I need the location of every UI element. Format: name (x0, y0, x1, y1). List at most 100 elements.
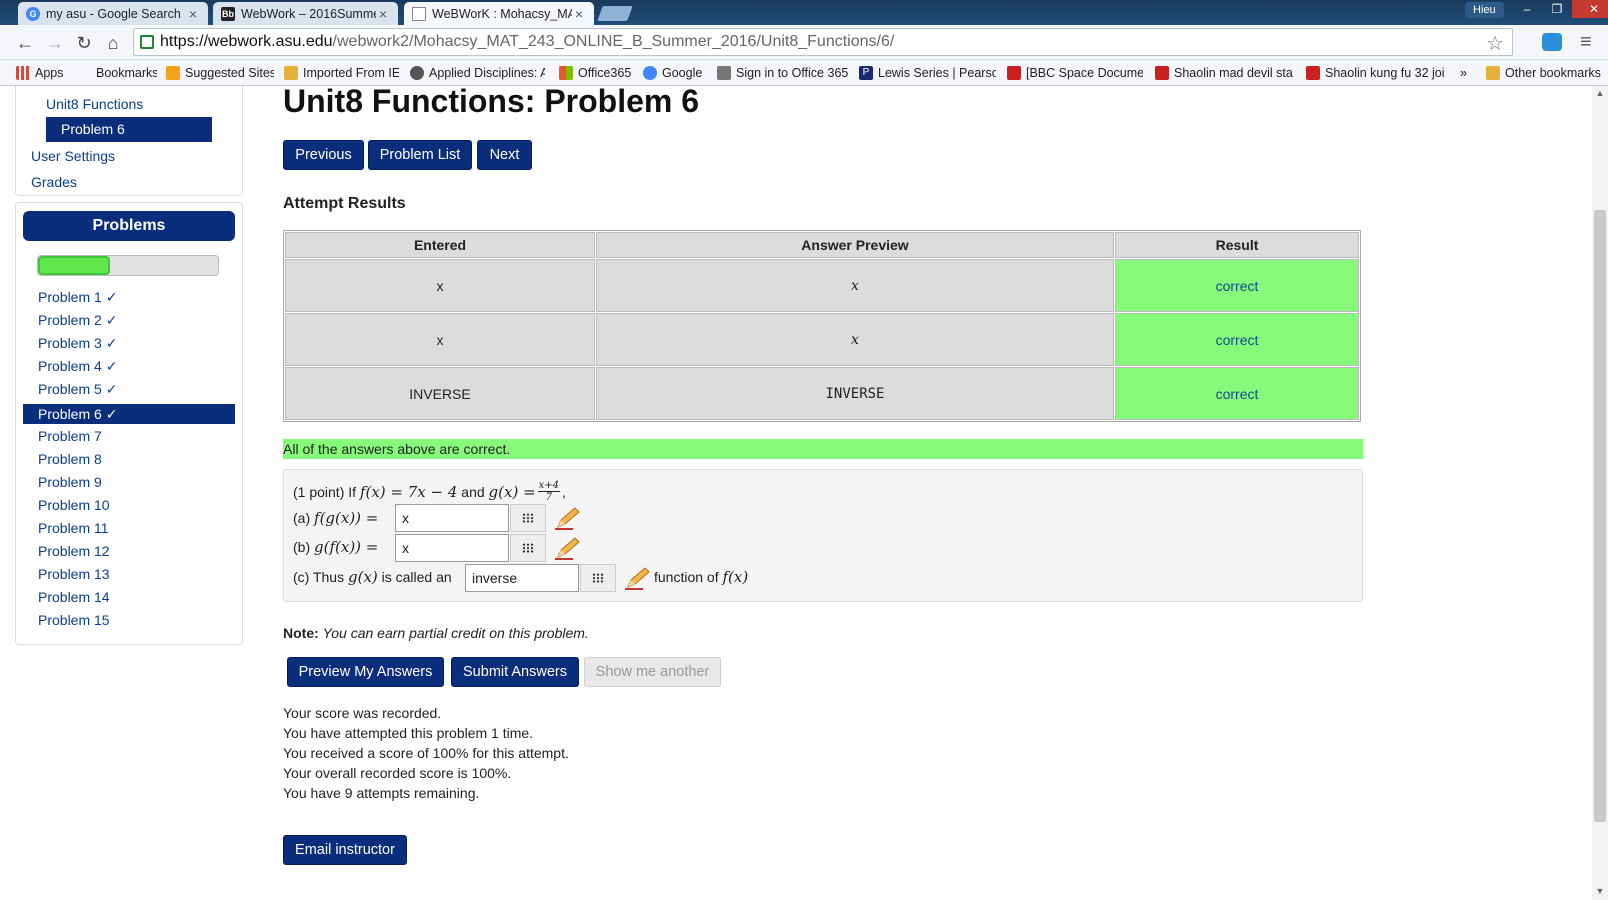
problem-link-14[interactable]: Problem 14 (38, 589, 110, 605)
problem-link-4[interactable]: Problem 4 ✓ (38, 358, 117, 375)
part-a-expression: f(g(x)) = (314, 509, 379, 527)
bookmark-label: Lewis Series | Pearson (878, 66, 996, 80)
score-line: Your score was recorded. (283, 705, 442, 721)
problem-list-button[interactable]: Problem List (368, 140, 472, 170)
bookmarks-overflow[interactable]: » (1460, 64, 1476, 82)
back-icon[interactable]: ← (14, 33, 36, 53)
email-instructor-button[interactable]: Email instructor (283, 835, 407, 865)
bookmark-bookmarks[interactable]: Bookmarks (77, 64, 157, 82)
g-fraction: x+4 7 (537, 480, 561, 503)
grid-icon (592, 573, 604, 583)
part-c-label-line: (c) Thus g(x) is called an (293, 568, 452, 586)
close-icon[interactable]: × (376, 6, 390, 22)
problem-link-2[interactable]: Problem 2 ✓ (38, 312, 117, 329)
star-icon[interactable]: ☆ (1486, 31, 1504, 56)
problem-link-12[interactable]: Problem 12 (38, 543, 110, 559)
bookmark-other[interactable]: Other bookmarks (1486, 64, 1604, 82)
answer-b-input[interactable]: x (395, 534, 509, 562)
previous-button[interactable]: Previous (283, 140, 364, 170)
table-row: x x correct (285, 259, 1359, 312)
problem-link-10[interactable]: Problem 10 (38, 497, 110, 513)
restore-icon[interactable]: ❐ (1542, 0, 1572, 18)
bookmark-google[interactable]: Google (643, 64, 706, 82)
pencil-icon[interactable] (555, 506, 581, 530)
equation-editor-button-a[interactable] (510, 504, 546, 532)
bookmark-shaolin-devil[interactable]: Shaolin mad devil sta (1155, 64, 1293, 82)
sidebar-link-unit[interactable]: Unit8 Functions (46, 96, 143, 112)
tab-webwork-active[interactable]: WeBWorK : Mohacsy_MA × (404, 2, 594, 25)
sidebar-link-grades[interactable]: Grades (31, 174, 77, 190)
problem-link-9[interactable]: Problem 9 (38, 474, 102, 490)
close-window-icon[interactable]: ✕ (1572, 0, 1608, 18)
bookmark-shaolin-kungfu[interactable]: Shaolin kung fu 32 joi (1306, 64, 1444, 82)
problem-link-1[interactable]: Problem 1 ✓ (38, 289, 117, 306)
tab-google-search[interactable]: G my asu - Google Search × (18, 2, 208, 25)
equation-editor-button-c[interactable] (580, 564, 616, 592)
attempt-results-title: Attempt Results (283, 195, 406, 212)
profile-button[interactable]: Hieu (1465, 2, 1504, 18)
scroll-down-icon[interactable]: ▼ (1594, 886, 1606, 898)
problem-link-8[interactable]: Problem 8 (38, 451, 102, 467)
part-c-mid-text: is called an (381, 569, 452, 585)
bookmark-label: Bookmarks (96, 66, 157, 80)
problem-link-5[interactable]: Problem 5 ✓ (38, 381, 117, 398)
g-numerator: x+4 (537, 480, 561, 492)
bookmark-suggested-sites[interactable]: Suggested Sites (166, 64, 274, 82)
tab-webwork-blackboard[interactable]: Bb WebWork – 2016Summer × (213, 2, 398, 25)
submit-answers-button[interactable]: Submit Answers (451, 657, 579, 687)
pearson-icon: P (859, 66, 873, 80)
problem-link-3[interactable]: Problem 3 ✓ (38, 335, 117, 352)
problem-link-6[interactable]: Problem 6 ✓ (23, 404, 235, 424)
score-line: You have attempted this problem 1 time. (283, 725, 534, 741)
problem-link-13[interactable]: Problem 13 (38, 566, 110, 582)
menu-icon[interactable]: ≡ (1580, 31, 1592, 54)
pencil-icon[interactable] (555, 536, 581, 560)
forward-icon[interactable]: → (44, 33, 66, 53)
new-tab-button[interactable] (597, 6, 633, 21)
part-a-label-line: (a) f(g(x)) = (293, 509, 378, 527)
site-icon (410, 66, 424, 80)
close-icon[interactable]: × (572, 6, 586, 22)
problems-header: Problems (23, 211, 235, 241)
close-icon[interactable]: × (186, 6, 200, 22)
equation-editor-button-b[interactable] (510, 534, 546, 562)
suggested-sites-icon (166, 66, 180, 80)
bookmark-bbc-space[interactable]: [BBC Space Documen (1007, 64, 1143, 82)
answer-a-input[interactable]: x (395, 504, 509, 532)
home-icon[interactable]: ⌂ (102, 33, 124, 53)
preview-answers-button[interactable]: Preview My Answers (287, 657, 444, 687)
bookmark-lewis-series[interactable]: P Lewis Series | Pearson (859, 64, 996, 82)
bookmark-office365[interactable]: Office365 (559, 64, 634, 82)
note-text: You can earn partial credit on this prob… (322, 625, 589, 641)
bookmark-imported-ie[interactable]: Imported From IE (284, 64, 399, 82)
bookmark-applied-disciplines[interactable]: Applied Disciplines: A (410, 64, 545, 82)
table-row: x x correct (285, 313, 1359, 366)
grid-icon (522, 543, 534, 553)
sidebar-link-user-settings[interactable]: User Settings (31, 148, 115, 164)
scroll-up-icon[interactable]: ▲ (1594, 88, 1606, 100)
score-info: Your score was recorded. You have attemp… (283, 703, 569, 803)
problem-link-7[interactable]: Problem 7 (38, 428, 102, 444)
window-controls: – ❐ ✕ (1512, 0, 1608, 18)
show-another-button[interactable]: Show me another (584, 657, 721, 687)
g-lhs: g(x) = (488, 482, 536, 501)
sidebar-link-current-problem[interactable]: Problem 6 (46, 117, 212, 142)
pencil-icon[interactable] (625, 566, 651, 590)
problem-link-11[interactable]: Problem 11 (38, 520, 109, 536)
answer-c-input[interactable]: inverse (465, 564, 579, 592)
address-bar[interactable]: https://webwork.asu.edu/webwork2/Mohacsy… (133, 28, 1513, 56)
extension-icon[interactable] (1542, 33, 1562, 51)
youtube-icon (1007, 66, 1021, 80)
progress-bar (37, 255, 219, 276)
bookmark-label: Apps (35, 66, 64, 80)
problem-intro: (1 point) If (293, 483, 357, 500)
bookmark-label: Office365 (578, 66, 632, 80)
next-button[interactable]: Next (477, 140, 532, 170)
bookmark-apps[interactable]: Apps (16, 64, 71, 82)
scrollbar-thumb[interactable] (1594, 210, 1606, 822)
bookmark-office365-signin[interactable]: Sign in to Office 365 (717, 64, 849, 82)
minimize-icon[interactable]: – (1512, 0, 1542, 18)
url-host: https://webwork.asu.edu (160, 33, 333, 50)
problem-link-15[interactable]: Problem 15 (38, 612, 110, 628)
reload-icon[interactable]: ↻ (73, 33, 95, 53)
